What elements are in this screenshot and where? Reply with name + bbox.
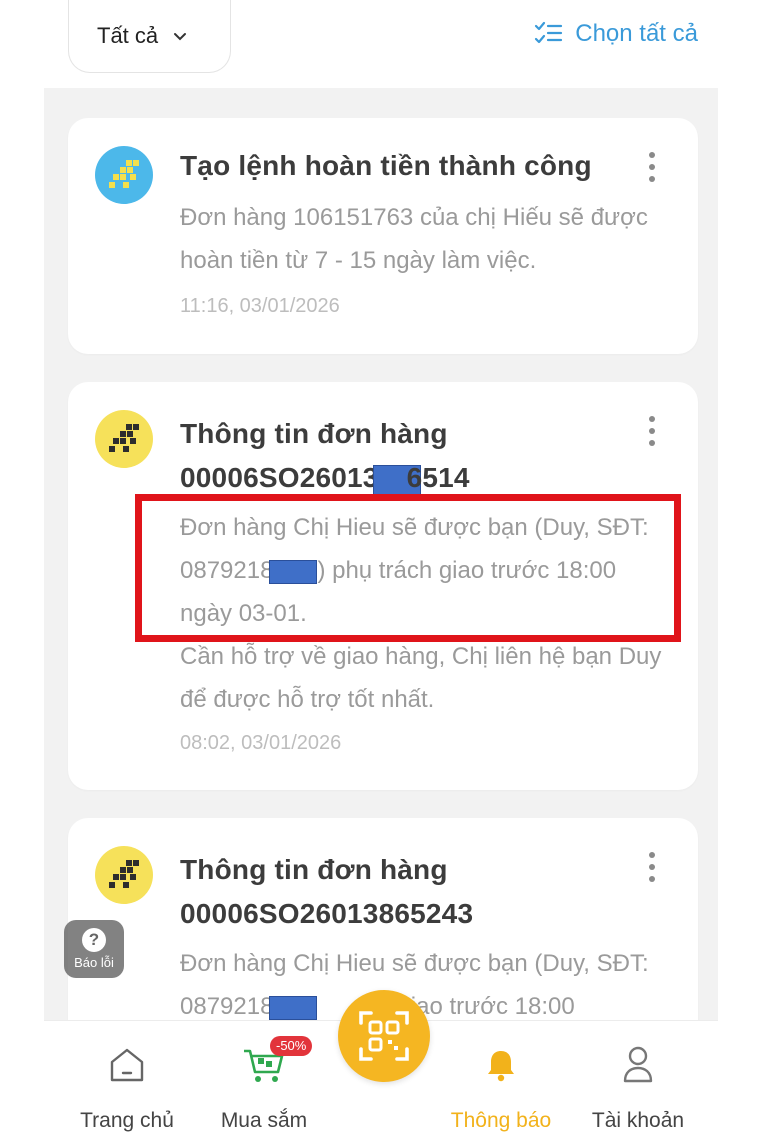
notification-body: Đơn hàng 106151763 của chị Hiếu sẽ được …: [180, 204, 648, 274]
select-all-label: Chọn tất cả: [575, 20, 698, 47]
discount-badge: -50%: [270, 1036, 313, 1056]
chevron-down-icon: [174, 33, 187, 41]
highlight-box: [135, 494, 681, 642]
bell-icon: [479, 1043, 523, 1087]
filter-label: Tất cả: [97, 23, 159, 48]
nav-account-label: Tài khoản: [591, 1109, 685, 1132]
runner-icon: [95, 146, 153, 204]
redacted-block: [269, 995, 318, 1020]
home-icon: [105, 1043, 149, 1087]
delivery-runner-icon: [95, 846, 153, 904]
more-options-icon[interactable]: [648, 852, 656, 882]
nav-notifications-label: Thông báo: [450, 1109, 552, 1132]
notification-time: 11:16, 03/01/2026: [180, 295, 340, 317]
nav-home-label: Trang chủ: [80, 1109, 174, 1132]
notification-title: Thông tin đơn hàng 00006SO26013865243: [180, 854, 474, 929]
nav-account[interactable]: Tài khoản: [573, 1021, 703, 1144]
report-label: Báo lỗi: [74, 955, 114, 970]
nav-notifications[interactable]: Thông báo: [436, 1021, 566, 1144]
notification-time: 08:02, 03/01/2026: [180, 732, 342, 754]
filter-dropdown[interactable]: Tất cả: [68, 0, 231, 73]
delivery-runner-icon: [95, 410, 153, 468]
notification-title: Thông tin đơn hàng 00006SO26013 6514: [180, 418, 470, 495]
select-all-button[interactable]: Chọn tất cả: [533, 18, 698, 50]
nav-shopping-label: Mua sắm: [220, 1109, 308, 1132]
notification-title: Tạo lệnh hoàn tiền thành công: [180, 150, 592, 181]
question-icon: ?: [82, 928, 106, 952]
checklist-icon: [535, 21, 563, 44]
qr-scan-icon: [359, 1011, 409, 1061]
notification-card[interactable]: Tạo lệnh hoàn tiền thành công Đơn hàng 1…: [68, 118, 698, 354]
nav-home[interactable]: Trang chủ: [62, 1021, 192, 1144]
more-options-icon[interactable]: [648, 152, 656, 182]
user-icon: [616, 1043, 660, 1087]
more-options-icon[interactable]: [648, 416, 656, 446]
qr-scan-button[interactable]: [338, 990, 430, 1082]
report-bug-button[interactable]: ? Báo lỗi: [64, 920, 124, 978]
